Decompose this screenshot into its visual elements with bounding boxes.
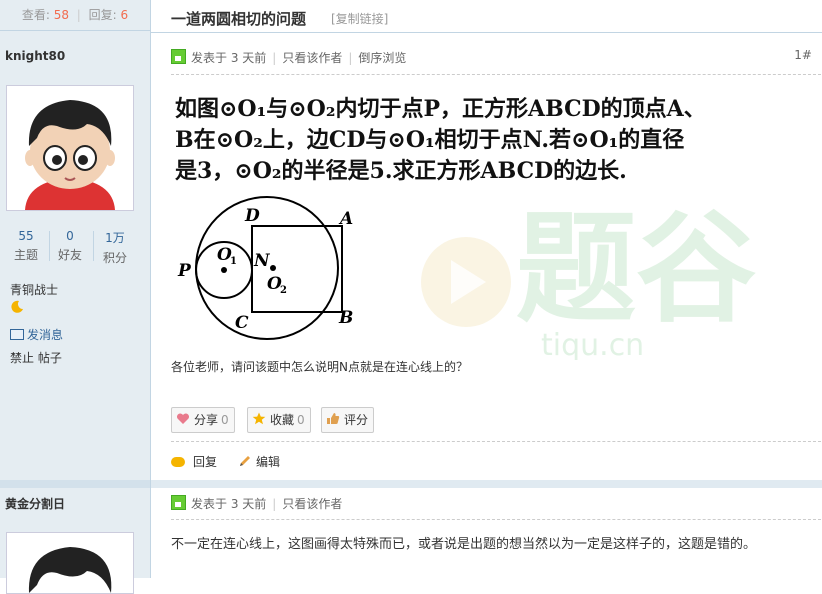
banned-status: 禁止 帖子 (10, 351, 62, 365)
star-icon (252, 409, 266, 425)
reply-link[interactable]: 回复 (171, 453, 217, 470)
moon-icon (10, 300, 24, 317)
meta-divider (171, 519, 821, 520)
views-count: 58 (53, 8, 69, 22)
avatar-image (7, 533, 133, 593)
action-divider (171, 441, 821, 442)
author2-panel: 黄金分割日 (0, 488, 150, 594)
stat-label: 积分 (102, 251, 127, 265)
label-b: B (338, 308, 353, 328)
post-separator (0, 480, 822, 488)
watermark-url: tiqu.cn (541, 328, 644, 360)
avatar[interactable] (6, 85, 134, 211)
stat-value: 0 (66, 229, 74, 243)
heart-icon (176, 409, 190, 424)
replies-count: 6 (120, 8, 129, 22)
label-c: C (235, 313, 249, 333)
problem-line: 是3，⊙O₂的半径是5.求正方形ABCD的边长. (175, 158, 627, 184)
thread-title-bar: 一道两圆相切的问题 [复制链接] (151, 0, 822, 33)
favorite-button[interactable]: 收藏 0 (247, 407, 311, 433)
rate-label: 评分 (344, 413, 369, 427)
rate-button[interactable]: 评分 (321, 407, 375, 433)
share-count: 0 (221, 413, 229, 427)
post-meta: 发表于 3 天前 | 只看该作者 (171, 495, 342, 512)
avatar-image (7, 86, 133, 210)
thread-main: 一道两圆相切的问题 [复制链接] 题谷 tiqu.cn 发表于 3 天前 | 只看该… (151, 0, 822, 578)
only-author-link[interactable]: 只看该作者 (282, 51, 342, 65)
favorite-count: 0 (297, 413, 305, 427)
center-o2 (270, 265, 276, 271)
views-label: 查看: (21, 8, 50, 22)
watermark-logo: 题谷 tiqu.cn (421, 200, 756, 360)
stat-topics[interactable]: 55 主题 (6, 229, 46, 263)
label-a: A (338, 209, 353, 229)
edit-label: 编辑 (256, 455, 281, 469)
only-author-link[interactable]: 只看该作者 (282, 497, 342, 511)
share-button[interactable]: 分享 0 (171, 407, 235, 433)
edit-link[interactable]: 编辑 (238, 453, 280, 471)
meta-divider (171, 74, 821, 75)
thread-title[interactable]: 一道两圆相切的问题 (171, 8, 306, 29)
avatar[interactable] (6, 532, 134, 594)
thumbs-up-icon (326, 409, 340, 424)
pencil-icon (238, 454, 252, 471)
label-d: D (244, 206, 260, 226)
stat-divider (93, 231, 94, 261)
post-meta: 发表于 3 天前 | 只看该作者 | 倒序浏览 (171, 49, 406, 66)
stat-friends[interactable]: 0 好友 (50, 229, 90, 263)
author-stats: 55 主题 0 好友 1万 积分 (6, 229, 136, 266)
send-message-link[interactable]: 发消息 (10, 326, 63, 343)
reverse-order-link[interactable]: 倒序浏览 (358, 51, 406, 65)
floor-number[interactable]: 1# (794, 48, 812, 62)
stat-label: 好友 (57, 248, 82, 262)
stat-label: 主题 (13, 248, 38, 262)
reply-icon (171, 457, 185, 467)
replies-label: 回复: (88, 8, 117, 22)
thread-stats: 查看: 58 | 回复: 6 (0, 0, 150, 31)
author-name[interactable]: knight80 (5, 49, 65, 63)
share-label: 分享 (194, 413, 219, 427)
stats-separator: | (76, 8, 81, 22)
user-rank: 青铜战士 (10, 283, 59, 297)
label-n: N (253, 251, 271, 271)
send-message-label: 发消息 (27, 328, 64, 342)
stat-value: 55 (18, 229, 34, 243)
geometry-figure: D A P O N O C B 1 2 (177, 196, 353, 340)
problem-line: 如图⊙O₁与⊙O₂内切于点P，正方形ABCD的顶点A、 (175, 96, 706, 122)
stat-value: 1万 (105, 231, 125, 245)
watermark-text: 题谷 (516, 200, 756, 339)
author-name[interactable]: 黄金分割日 (5, 495, 65, 512)
copy-link-button[interactable]: [复制链接] (331, 10, 388, 27)
online-status-icon (171, 495, 186, 510)
post-time: 发表于 3 天前 (191, 51, 267, 65)
reply-label: 回复 (193, 455, 218, 469)
online-status-icon (171, 49, 186, 64)
stat-points[interactable]: 1万 积分 (95, 229, 135, 266)
label-p: P (177, 261, 192, 281)
favorite-label: 收藏 (270, 413, 295, 427)
problem-statement: 如图⊙O₁与⊙O₂内切于点P，正方形ABCD的顶点A、 B在⊙O₂上，边CD与⊙… (175, 94, 775, 187)
label-o2-sub: 2 (280, 285, 287, 296)
label-o1-sub: 1 (230, 256, 237, 267)
problem-line: B在⊙O₂上，边CD与⊙O₁相切于点N.若⊙O₁的直径 (175, 127, 685, 153)
post-time: 发表于 3 天前 (191, 497, 267, 511)
post-question: 各位老师，请问该题中怎么说明N点就是在连心线上的？ (171, 360, 468, 374)
post-body: 不一定在连心线上，这图画得太特殊而已，或者说是出题的想当然以为一定是这样子的，这… (171, 537, 757, 552)
mail-icon (10, 329, 24, 340)
author-sidebar: 查看: 58 | 回复: 6 knight80 55 主题 0 好友 1万 积分… (0, 0, 151, 594)
center-o1 (221, 267, 227, 273)
